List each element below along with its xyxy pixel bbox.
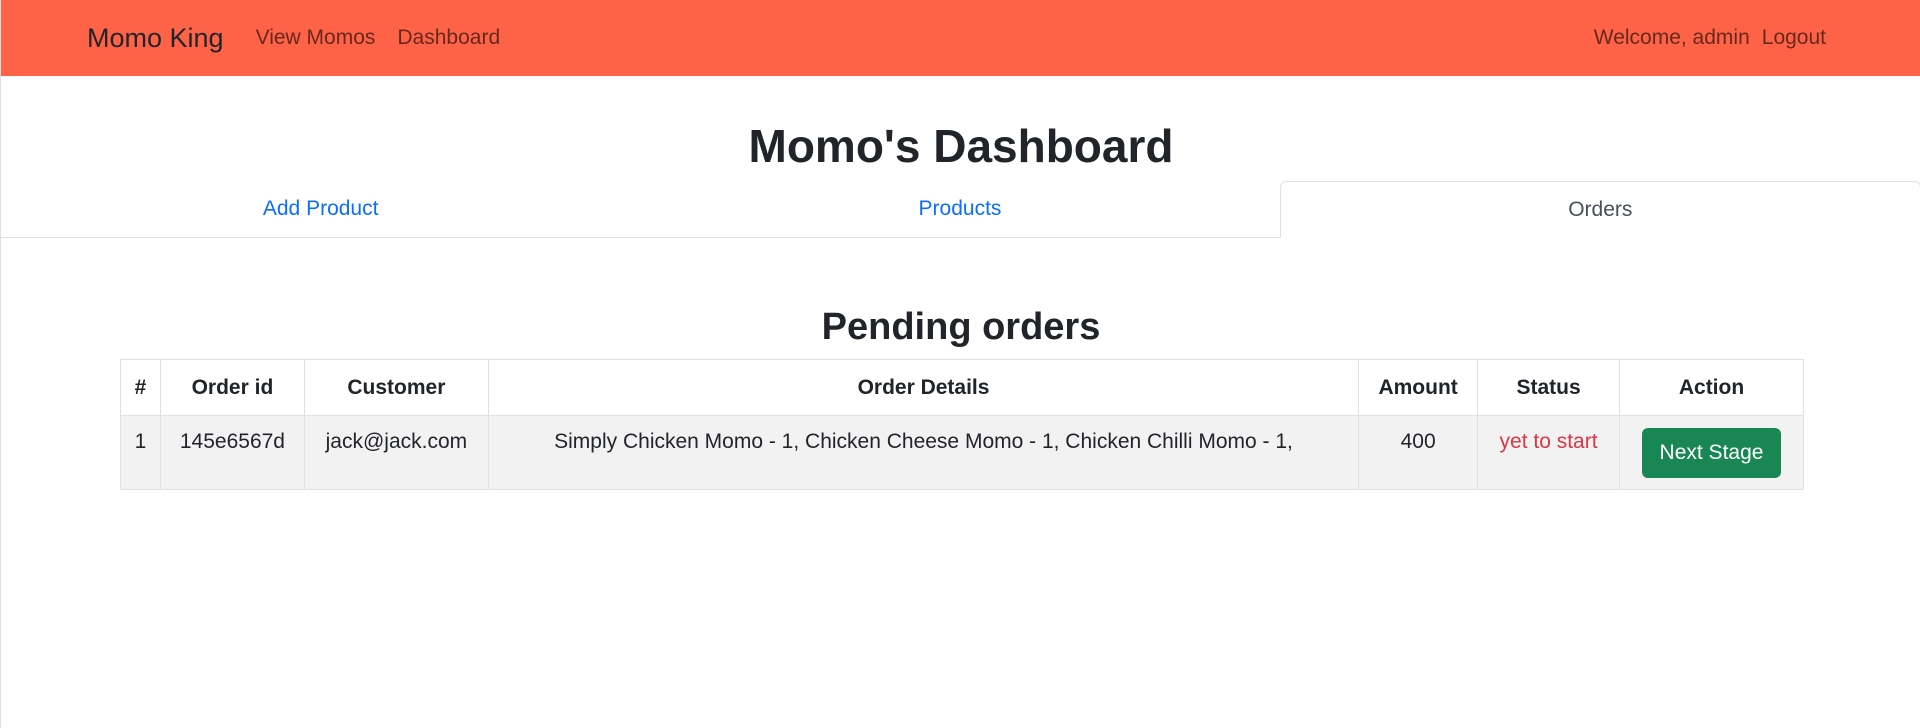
order-customer: jack@jack.com: [303, 415, 489, 490]
orders-table: # Order id Customer Order Details Amount…: [120, 359, 1804, 490]
column-header-action: Action: [1619, 359, 1804, 416]
order-amount: 400: [1358, 415, 1479, 490]
dashboard-tabs: Add Product Products Orders: [1, 181, 1920, 238]
order-details: Simply Chicken Momo - 1, Chicken Cheese …: [487, 415, 1360, 490]
column-header-customer: Customer: [303, 359, 489, 416]
section-title: Pending orders: [821, 306, 1101, 348]
table-row: 1 145e6567d jack@jack.com Simply Chicken…: [120, 415, 1804, 490]
table-header-row: # Order id Customer Order Details Amount…: [120, 359, 1804, 416]
next-stage-button[interactable]: Next Stage: [1641, 428, 1782, 478]
column-header-order-details: Order Details: [487, 359, 1360, 416]
navbar: Momo King View Momos Dashboard Welcome, …: [1, 0, 1920, 76]
logout-link[interactable]: Logout: [1762, 26, 1826, 50]
order-status-cell: yet to start: [1477, 415, 1621, 490]
user-area: Welcome, admin Logout: [1594, 26, 1826, 50]
column-header-status: Status: [1477, 359, 1621, 416]
page: Momo King View Momos Dashboard Welcome, …: [0, 0, 1920, 728]
tab-orders[interactable]: Orders: [1279, 181, 1920, 238]
brand-link[interactable]: Momo King: [87, 23, 224, 54]
order-id: 145e6567d: [159, 415, 305, 490]
column-header-index: #: [120, 359, 161, 416]
nav-link-view-momos[interactable]: View Momos: [256, 26, 376, 50]
order-status: yet to start: [1499, 430, 1598, 453]
column-header-order-id: Order id: [159, 359, 305, 416]
column-header-amount: Amount: [1358, 359, 1479, 416]
welcome-text: Welcome, admin: [1593, 26, 1750, 49]
order-action-cell: Next Stage: [1619, 415, 1804, 490]
page-title: Momo's Dashboard: [748, 120, 1174, 172]
tab-add-product[interactable]: Add Product: [1, 181, 640, 237]
tab-products[interactable]: Products: [640, 181, 1279, 237]
nav-link-dashboard[interactable]: Dashboard: [397, 26, 500, 50]
order-index: 1: [120, 415, 161, 490]
